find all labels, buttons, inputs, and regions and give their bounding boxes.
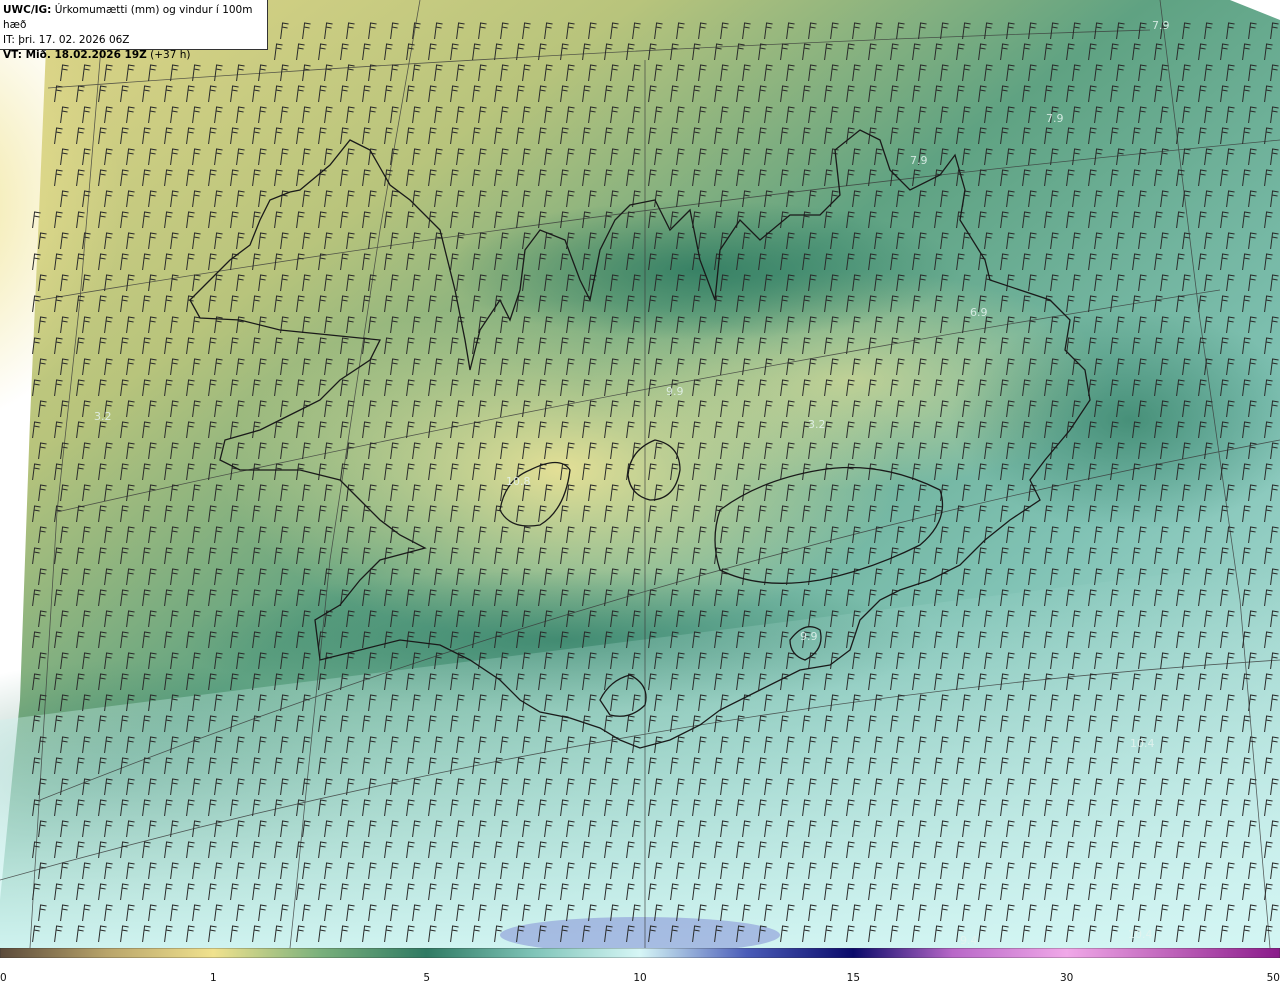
valid-time: VT: Mið. 18.02.2026 19Z	[3, 49, 147, 61]
value-label: 10.8	[506, 475, 531, 488]
weather-map: 7.9 7.9 7.9 3.2 9.9 3.2 6.9 9.9 10.4 9.4…	[0, 0, 1280, 948]
colorbar-tick-label: 15	[846, 972, 861, 984]
colorbar-tick-label: 10	[633, 972, 647, 984]
init-time: IT: þri. 17. 02. 2026 06Z	[3, 34, 130, 46]
colorbar-tick-label: 50	[1266, 972, 1280, 984]
value-label: 10.4	[1128, 928, 1153, 941]
value-label: 10.4	[1130, 737, 1155, 750]
value-label: 7.9	[1152, 19, 1170, 32]
valid-time-line: VT: Mið. 18.02.2026 19Z (+37 h)	[3, 48, 267, 63]
colorbar-tick-label: 5	[423, 972, 430, 984]
value-label: 7.9	[1046, 112, 1064, 125]
map-title-box: UWC/IG: Úrkomumætti (mm) og vindur í 100…	[0, 0, 268, 61]
value-label: 9.9	[666, 385, 684, 398]
forecast-offset: (+37 h)	[150, 49, 191, 61]
colorbar-tick-label: 0	[0, 972, 7, 984]
title-line: UWC/IG: Úrkomumætti (mm) og vindur í 100…	[3, 3, 267, 33]
colorbar-tick-label: 30	[1059, 972, 1074, 984]
colorbar-tick-label: 1	[209, 972, 217, 984]
value-label: 6.9	[970, 306, 988, 319]
colorbar: 0 1 5 10 15 30 50	[0, 948, 1280, 984]
value-label: 3.2	[94, 410, 112, 423]
colorbar-strip	[0, 948, 1280, 958]
model-code: UWC/IG:	[3, 4, 52, 16]
value-label: 7.9	[910, 154, 928, 167]
value-label: 3.2	[808, 418, 826, 431]
value-label: 9.4	[960, 934, 978, 947]
colorbar-ticks: 0 1 5 10 15 30 50	[0, 958, 1280, 984]
value-label: 9.9	[800, 630, 818, 643]
